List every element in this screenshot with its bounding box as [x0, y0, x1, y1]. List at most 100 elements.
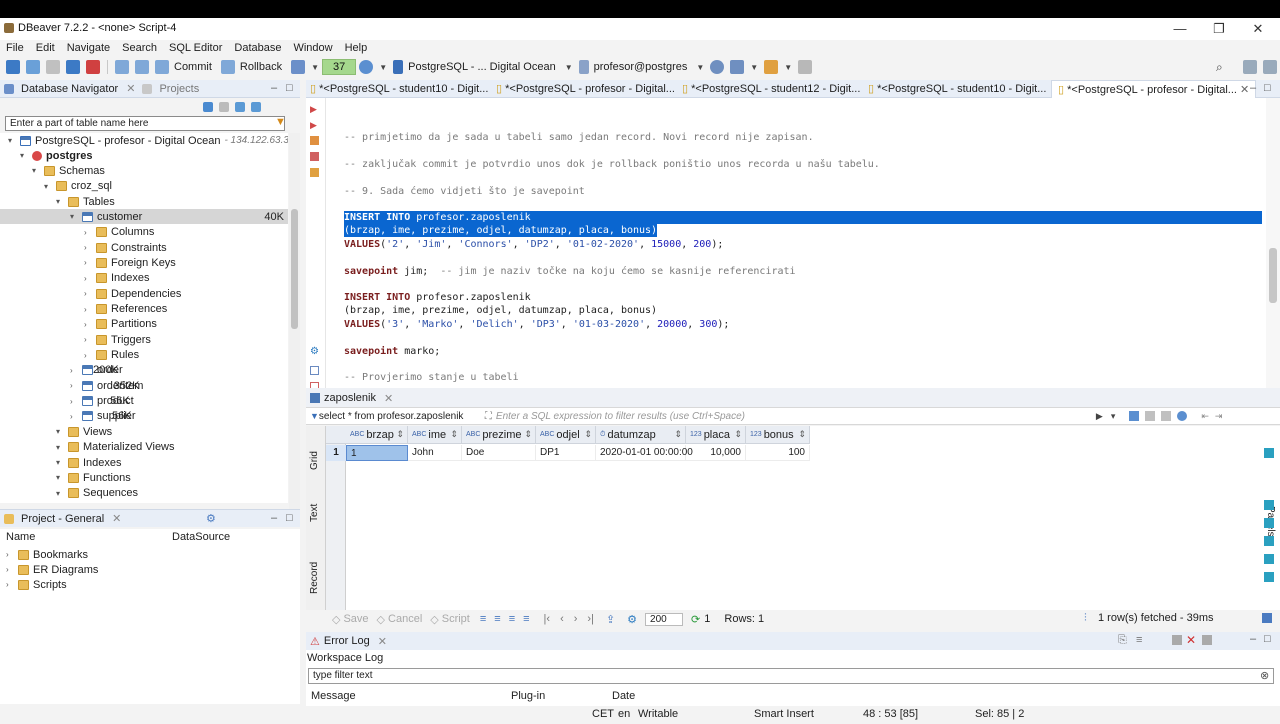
- export-icon[interactable]: ⇪: [606, 613, 615, 626]
- log-col-date[interactable]: Date: [612, 690, 635, 702]
- clear-filter-icon[interactable]: ⊗: [1260, 669, 1269, 682]
- menu-help[interactable]: Help: [345, 42, 368, 54]
- tree-node-customer[interactable]: ▾ customer 40K: [0, 209, 288, 225]
- tree-node-columns[interactable]: › Columns: [84, 225, 154, 240]
- grid-cell-bonus[interactable]: 100: [746, 445, 810, 461]
- minimize-panel-icon[interactable]: –: [271, 82, 277, 94]
- panel-icon[interactable]: [1264, 572, 1274, 582]
- project-item-scripts[interactable]: › Scripts: [6, 577, 67, 592]
- maximize-panel-icon[interactable]: □: [286, 512, 293, 524]
- tree-node-functions[interactable]: ▾ Functions: [56, 470, 131, 485]
- tree-node-order[interactable]: › order 200K: [70, 363, 123, 378]
- panel-icon[interactable]: [1264, 536, 1274, 546]
- tree-node-schemas[interactable]: ▾ Schemas: [32, 163, 105, 178]
- tree-node-indexes[interactable]: › Indexes: [84, 271, 150, 286]
- column-header-ime[interactable]: ABC ime ⇕: [408, 426, 462, 444]
- grid-cell-prezime[interactable]: Doe: [462, 445, 536, 461]
- column-header-prezime[interactable]: ABC prezime ⇕: [462, 426, 536, 444]
- tab-database-navigator[interactable]: Database Navigator: [17, 83, 122, 95]
- settings-gear-icon[interactable]: ⚙: [310, 346, 319, 357]
- column-header-odjel[interactable]: ABC odjel ⇕: [536, 426, 596, 444]
- tree-node-triggers[interactable]: › Triggers: [84, 332, 151, 347]
- settings-gear-icon[interactable]: [710, 60, 725, 74]
- record-view-tab[interactable]: Record: [309, 562, 320, 594]
- sort-icon[interactable]: ⇕: [584, 429, 592, 440]
- filter-expression-input[interactable]: Enter a SQL expression to filter results…: [496, 411, 1096, 422]
- menu-search[interactable]: Search: [122, 42, 157, 54]
- log-filter-input[interactable]: type filter text: [308, 668, 1274, 684]
- grid-view-tab[interactable]: Grid: [309, 451, 320, 470]
- panel-icon[interactable]: [1264, 448, 1274, 458]
- transaction-mode-icon[interactable]: [115, 60, 129, 74]
- minimize-editor-icon[interactable]: –: [1250, 82, 1256, 94]
- save-button[interactable]: Save: [343, 613, 368, 625]
- tree-node-indexes[interactable]: ▾ Indexes: [56, 455, 122, 470]
- tree-node-croz-sql[interactable]: ▾ croz_sql: [44, 179, 112, 194]
- navigator-search-input[interactable]: Enter a part of table name here: [5, 116, 285, 131]
- grid-cell-datumzap[interactable]: 2020-01-01 00:00:00: [596, 445, 693, 461]
- tree-node-views[interactable]: ▾ Views: [56, 424, 112, 439]
- sort-icon[interactable]: ⇕: [798, 429, 806, 440]
- first-page-icon[interactable]: |‹: [544, 613, 551, 625]
- restore-button[interactable]: ❐: [1204, 21, 1234, 37]
- tools-icon[interactable]: [730, 60, 745, 74]
- sort-icon[interactable]: ⇕: [450, 429, 458, 440]
- next-icon[interactable]: ⇥: [1215, 411, 1223, 422]
- commit-button[interactable]: Commit: [174, 61, 212, 73]
- menu-edit[interactable]: Edit: [36, 42, 55, 54]
- rollback-icon[interactable]: [220, 60, 235, 74]
- last-page-icon[interactable]: ›|: [587, 613, 594, 625]
- close-tab-icon[interactable]: ✕: [1240, 84, 1249, 96]
- auto-commit-icon[interactable]: [135, 60, 149, 74]
- refresh-icon[interactable]: ⟳: [691, 613, 700, 626]
- cancel-button[interactable]: Cancel: [388, 613, 422, 625]
- wrench-icon[interactable]: [764, 60, 779, 74]
- delete-log-icon[interactable]: ✕: [1186, 633, 1196, 647]
- connect-icon[interactable]: [26, 60, 40, 74]
- close-tab-icon[interactable]: ✕: [108, 512, 125, 525]
- clear-filter-icon[interactable]: [1145, 411, 1156, 421]
- panel-icon[interactable]: [1264, 500, 1274, 510]
- export-log-icon[interactable]: ⎘: [1118, 634, 1127, 647]
- datasource-selector[interactable]: PostgreSQL - ... Digital Ocean: [408, 61, 556, 73]
- tree-node-supplier[interactable]: › supplier 56K: [70, 409, 136, 424]
- disconnect-all-icon[interactable]: [86, 60, 100, 74]
- explain-icon[interactable]: [310, 136, 319, 145]
- close-tab-icon[interactable]: ✕: [122, 82, 139, 95]
- tree-node-postgres[interactable]: ▾ postgres: [20, 148, 92, 163]
- delete-row-icon[interactable]: ≡: [523, 613, 529, 625]
- panel-icon[interactable]: [1264, 554, 1274, 564]
- result-grid[interactable]: Grid Text Record 1 ABC brzap ⇕ ABC ime ⇕ ABC pr…: [306, 426, 1280, 610]
- column-header-placa[interactable]: 123 placa ⇕: [686, 426, 746, 444]
- menu-database[interactable]: Database: [234, 42, 281, 54]
- outline-icon[interactable]: [310, 366, 319, 375]
- text-view-tab[interactable]: Text: [309, 504, 320, 522]
- filter-icon[interactable]: ▼: [275, 116, 286, 128]
- sync-icon[interactable]: [251, 102, 261, 112]
- tree-node-product[interactable]: › product 56K: [70, 394, 134, 409]
- tree-node-orderitem[interactable]: › orderitem 352K: [70, 378, 143, 393]
- prev-page-icon[interactable]: ‹: [560, 613, 564, 625]
- editor-tab-1[interactable]: ▯ *<PostgreSQL - student10 - Digit...: [310, 82, 488, 95]
- close-window-button[interactable]: ✕: [1243, 21, 1273, 37]
- save-filter-icon[interactable]: [1129, 411, 1140, 421]
- grid-cell-odjel[interactable]: DP1: [536, 445, 596, 461]
- panel-toggle-icon[interactable]: [1262, 613, 1272, 623]
- tree-node-rules[interactable]: › Rules: [84, 348, 139, 363]
- erase-icon[interactable]: [1161, 411, 1172, 421]
- tab-error-log[interactable]: Error Log: [320, 635, 374, 647]
- column-header-bonus[interactable]: 123 bonus ⇕: [746, 426, 810, 444]
- menu-navigate[interactable]: Navigate: [67, 42, 110, 54]
- close-tab-icon[interactable]: ✕: [380, 392, 397, 405]
- new-connection-icon[interactable]: [6, 60, 20, 74]
- history-icon[interactable]: [359, 60, 374, 74]
- disconnect-icon[interactable]: [46, 60, 60, 74]
- navigator-scrollbar[interactable]: [289, 133, 300, 516]
- transaction-log-icon[interactable]: [291, 60, 306, 74]
- commit-icon[interactable]: [155, 60, 169, 74]
- editor-tab-4[interactable]: ▯ *<PostgreSQL - student10 - Digit...: [868, 82, 1046, 95]
- tree-node-materialized-views[interactable]: ▾ Materialized Views: [56, 440, 175, 455]
- execute-statement-icon[interactable]: ▶: [310, 104, 317, 115]
- tree-node-partitions[interactable]: › Partitions: [84, 317, 157, 332]
- menu-sql-editor[interactable]: SQL Editor: [169, 42, 222, 54]
